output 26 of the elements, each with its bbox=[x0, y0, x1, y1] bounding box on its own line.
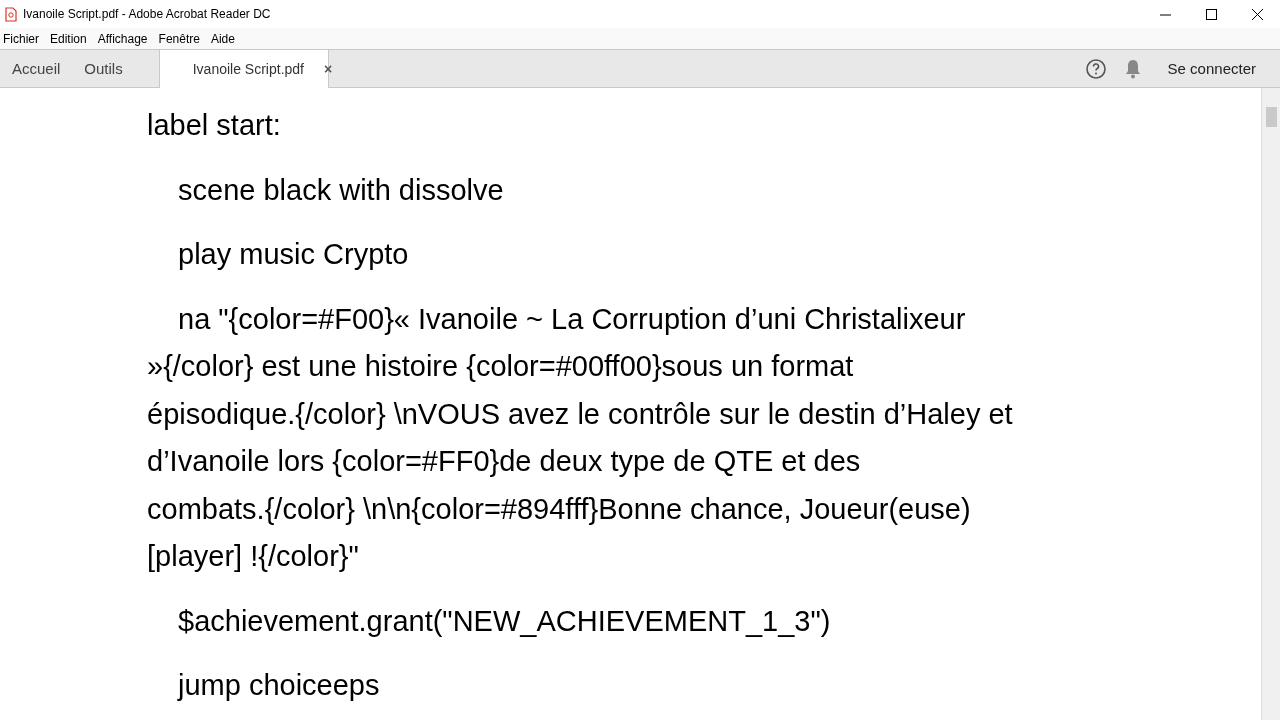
help-icon[interactable] bbox=[1085, 58, 1106, 79]
menu-item[interactable]: Edition bbox=[47, 31, 93, 46]
script-line: label start: bbox=[147, 108, 282, 143]
script-line: d’Ivanoile lors {color=#FF0}de deux type de QTE et des bbox=[147, 444, 862, 479]
bell-icon[interactable] bbox=[1123, 58, 1142, 79]
menu-item[interactable]: Fenêtre bbox=[155, 31, 206, 46]
window-title: Ivanoile Script.pdf - Adobe Acrobat Reader DC bbox=[23, 7, 272, 21]
script-line: épisodique.{/color} \nVOUS avez le contrôle sur le destin d’Haley et bbox=[147, 396, 1014, 432]
script-line: jump choiceeps bbox=[176, 668, 381, 703]
menu-item[interactable]: Affichage bbox=[94, 31, 154, 46]
menu-item[interactable]: Fichier bbox=[0, 31, 45, 46]
sign-in-button[interactable]: Se connecter bbox=[1167, 60, 1256, 77]
script-line: play music Crypto bbox=[177, 237, 410, 272]
nav-tab[interactable]: Outils bbox=[72, 50, 135, 87]
script-line: [player] !{/color}" bbox=[147, 539, 360, 574]
pdf-file-icon bbox=[5, 6, 17, 22]
close-icon[interactable] bbox=[1251, 8, 1263, 20]
nav-tab[interactable]: Accueil bbox=[0, 50, 73, 87]
script-line: combats.{/color} \n\n{color=#894fff}Bonne chance, Joueur(euse) bbox=[147, 491, 972, 527]
script-line: na "{color=#F00}« Ivanoile ~ La Corruption d’uni Christalixeur bbox=[177, 301, 967, 337]
scrollbar[interactable] bbox=[1261, 88, 1280, 720]
script-line: $achievement.grant("NEW_ACHIEVEMENT_1_3") bbox=[177, 603, 832, 639]
menu-item[interactable]: Aide bbox=[207, 31, 241, 46]
maximize-icon[interactable] bbox=[1205, 8, 1217, 20]
script-line: scene black with dissolve bbox=[177, 172, 505, 208]
script-line: »{/color} est une histoire {color=#00ff00}sous un format bbox=[147, 349, 855, 384]
